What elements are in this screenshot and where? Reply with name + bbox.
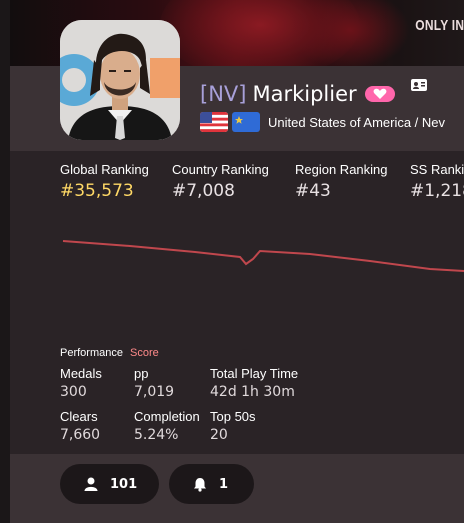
bell-icon (194, 477, 206, 492)
global-ranking: Global Ranking #35,573 (60, 162, 149, 201)
country-ranking-value: #7,008 (172, 181, 235, 201)
clears-value: 7,660 (60, 427, 101, 443)
stats-panel: Global Ranking #35,573 Country Ranking #… (10, 151, 464, 454)
location-row: United States of America / Nev (200, 112, 445, 132)
region-ranking-label: Region Ranking (295, 162, 388, 177)
team-tag[interactable]: [NV] (200, 82, 246, 106)
profile-footer: 101 1 (10, 454, 464, 523)
followers-count: 101 (110, 476, 138, 492)
tab-performance[interactable]: Performance (60, 347, 123, 359)
completion-stat: Completion 5.24% (134, 409, 200, 443)
pp-value: 7,019 (134, 384, 175, 400)
medals-stat: Medals 300 (60, 366, 102, 400)
nevada-flag-icon[interactable] (232, 112, 260, 132)
country-ranking: Country Ranking #7,008 (172, 162, 269, 201)
medals-value: 300 (60, 384, 87, 400)
left-edge-strip (0, 0, 10, 523)
ss-ranking-label: SS Ranki (410, 162, 464, 177)
rank-history-graph[interactable] (10, 226, 464, 296)
top-50s-value: 20 (210, 427, 228, 443)
top-50s-label: Top 50s (210, 409, 256, 424)
clears-stat: Clears 7,660 (60, 409, 100, 443)
global-ranking-value: #35,573 (60, 181, 134, 201)
banner-text: ONLY IN (414, 17, 464, 34)
region-ranking: Region Ranking #43 (295, 162, 388, 201)
clears-label: Clears (60, 409, 98, 424)
username-row: [NV] Markiplier (200, 80, 395, 108)
global-ranking-label: Global Ranking (60, 162, 149, 177)
avatar[interactable] (60, 20, 180, 140)
medals-label: Medals (60, 366, 102, 381)
rank-history-line (62, 240, 464, 272)
play-time-value: 42d 1h 30m (210, 384, 295, 400)
play-time-stat: Total Play Time 42d 1h 30m (210, 366, 298, 400)
play-time-label: Total Play Time (210, 366, 299, 381)
avatar-portrait (60, 20, 180, 140)
notifications-button[interactable]: 1 (169, 464, 254, 504)
country-ranking-label: Country Ranking (172, 162, 269, 177)
ss-ranking-value: #1,218 (410, 181, 464, 201)
location-text: United States of America / Nev (268, 114, 446, 130)
top-50s-stat: Top 50s 20 (210, 409, 256, 443)
tab-score[interactable]: Score (130, 347, 159, 359)
region-ranking-value: #43 (295, 181, 331, 201)
us-flag-icon[interactable] (200, 112, 228, 132)
notifications-count: 1 (219, 476, 229, 492)
pp-stat: pp 7,019 (134, 366, 174, 400)
supporter-heart-icon[interactable] (364, 86, 395, 102)
followers-button[interactable]: 101 (60, 464, 159, 504)
completion-label: Completion (134, 409, 200, 424)
ss-ranking: SS Ranki #1,218 (410, 162, 464, 201)
user-icon (84, 477, 98, 491)
stat-mode-tabs: Performance Score (60, 347, 159, 359)
id-card-icon[interactable] (411, 79, 427, 91)
completion-value: 5.24% (134, 427, 179, 443)
username: Markiplier (252, 82, 357, 106)
pp-label: pp (134, 366, 149, 381)
